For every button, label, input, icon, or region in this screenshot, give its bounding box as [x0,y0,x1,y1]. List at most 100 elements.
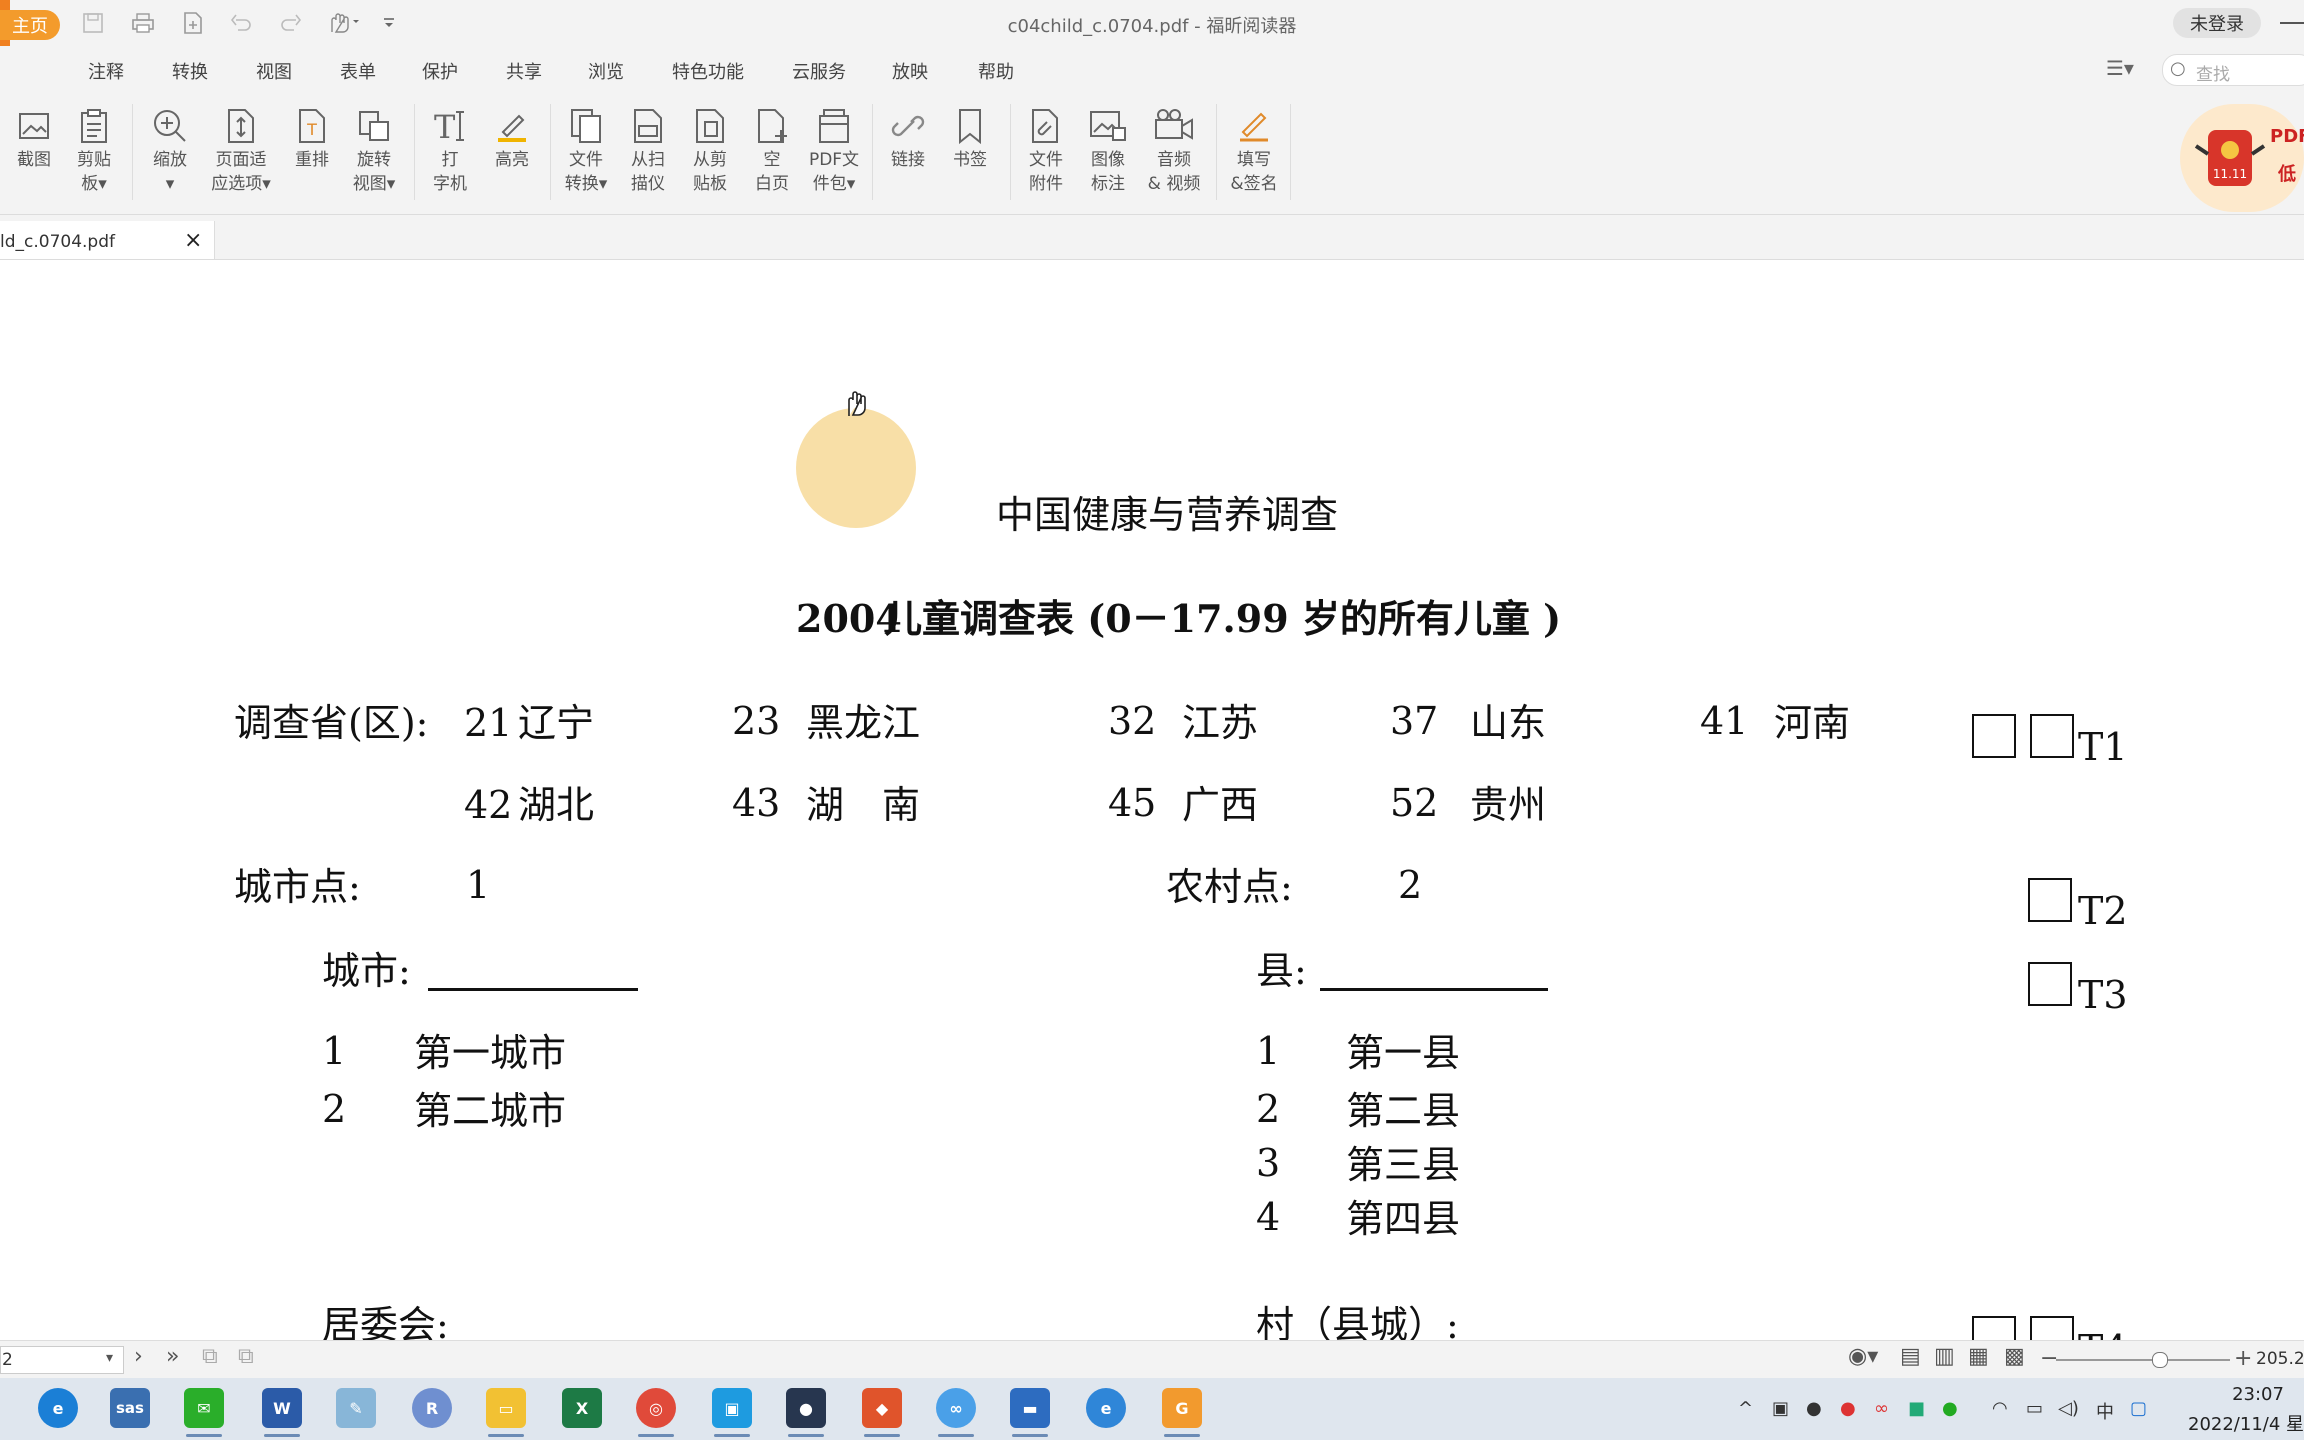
sas-icon[interactable]: sas [110,1388,150,1428]
running-indicator [264,1434,300,1437]
ribbon-divider [1216,104,1217,200]
menu-slideshow[interactable]: 放映 [892,58,928,84]
clipboard-button[interactable]: 剪贴 板▾ [64,104,124,196]
baidu-disk-icon[interactable]: ∞ [936,1388,976,1428]
highlight-button[interactable]: 高亮 [482,104,542,172]
link-button[interactable]: 链接 [878,104,938,172]
clock-date[interactable]: 2022/11/4 星 [2188,1410,2304,1436]
image-annotation-button[interactable]: 图像 标注 [1078,104,1138,196]
page-dropdown-icon[interactable]: ▾ [106,1350,113,1366]
tray-app-icon[interactable]: ● [1806,1398,1822,1419]
from-scanner-button[interactable]: 从扫 描仪 [618,104,678,196]
menu-form[interactable]: 表单 [340,58,376,84]
notification-icon[interactable]: ▢ [2130,1398,2147,1419]
battery-icon[interactable]: ▭ [2026,1398,2043,1419]
tray-app-icon[interactable]: ▣ [1772,1398,1789,1419]
word-icon[interactable]: W [262,1388,302,1428]
menu-view[interactable]: 视图 [256,58,292,84]
single-page-icon[interactable]: ▤ [1900,1344,1921,1369]
file-explorer-icon[interactable]: ▭ [486,1388,526,1428]
remote-desktop-icon[interactable]: ▬ [1010,1388,1050,1428]
login-button[interactable]: 未登录 [2173,8,2261,38]
zoom-label: 缩放 ▾ [153,150,187,194]
running-indicator [1164,1434,1200,1437]
reflow-button[interactable]: T 重排 [282,104,342,172]
app-box-icon[interactable]: ▣ [712,1388,752,1428]
pdf-package-button[interactable]: PDF文 件包▾ [802,104,866,196]
status-bar [0,1340,2304,1379]
menu-convert[interactable]: 转换 [172,58,208,84]
tray-app-icon[interactable]: ■ [1908,1398,1925,1419]
county-option-number: 2 [1256,1087,1281,1131]
zoom-slider[interactable] [2056,1359,2230,1361]
menu-comment[interactable]: 注释 [88,58,124,84]
wechat-icon[interactable]: ✉ [184,1388,224,1428]
close-tab-icon[interactable]: × [184,228,202,253]
continuous-page-icon[interactable]: ▥ [1934,1344,1955,1369]
audio-video-button[interactable]: 音频 & 视频 [1142,104,1206,196]
province-code: 23 [732,699,781,743]
zoom-slider-handle[interactable] [2152,1352,2169,1368]
attachment-button[interactable]: 文件 附件 [1016,104,1076,196]
attachment-label: 文件 附件 [1029,150,1063,194]
from-clipboard-button[interactable]: 从剪 贴板 [680,104,740,196]
menu-share[interactable]: 共享 [506,58,542,84]
menu-browse[interactable]: 浏览 [588,58,624,84]
ribbon-divider [1010,104,1011,200]
fit-page-button[interactable]: 页面适 应选项▾ [206,104,276,196]
menu-cloud[interactable]: 云服务 [792,58,846,84]
next-view-icon[interactable]: ⧉ [238,1344,254,1369]
zoom-button[interactable]: 缩放 ▾ [140,104,200,196]
eye-icon[interactable]: ◉▾ [1848,1344,1878,1369]
foxit-reader-icon[interactable]: G [1162,1388,1202,1428]
facing-page-icon[interactable]: ▦ [1968,1344,1989,1369]
wifi-icon[interactable]: ◠ [1992,1398,2008,1419]
chrome-icon[interactable]: ◎ [636,1388,676,1428]
r-icon[interactable]: R [412,1388,452,1428]
province-code: 42 [464,783,513,827]
notes-icon[interactable]: ✎ [336,1388,376,1428]
screenshot-button[interactable]: 截图 [4,104,64,172]
county-option-number: 4 [1256,1195,1281,1239]
last-page-icon[interactable]: » [166,1344,179,1369]
province-code: 45 [1108,781,1157,825]
input-method-icon[interactable]: 中 [2096,1398,2114,1424]
promo-banner[interactable]: 11.11 PDF 低 [2180,104,2304,214]
file-convert-button[interactable]: 文件 转换▾ [556,104,616,196]
zoom-in-icon[interactable]: + [2234,1346,2252,1371]
tray-app-icon[interactable]: ∞ [1874,1398,1889,1419]
province-name: 河南 [1774,701,1851,745]
rotate-view-icon [344,104,404,148]
rotate-view-button[interactable]: 旋转 视图▾ [344,104,404,196]
edge-icon[interactable]: e [38,1388,78,1428]
menu-help[interactable]: 帮助 [978,58,1014,84]
search-placeholder: 查找 [2196,65,2230,85]
fill-sign-button[interactable]: 填写 &签名 [1222,104,1286,196]
next-page-icon[interactable]: › [134,1344,143,1369]
typewriter-button[interactable]: T 打 字机 [420,104,480,196]
minimize-icon[interactable] [2280,22,2304,24]
clock-time[interactable]: 23:07 [2212,1384,2304,1405]
zoom-icon [140,104,200,148]
volume-icon[interactable]: ◁) [2058,1398,2079,1419]
bookmark-button[interactable]: 书签 [940,104,1000,172]
committee-label: 居委会: [322,1303,449,1347]
reading-mode-icon[interactable]: ☰▾ [2106,56,2134,80]
acrobat-icon[interactable]: ◆ [862,1388,902,1428]
excel-icon[interactable]: X [562,1388,602,1428]
menu-features[interactable]: 特色功能 [672,58,744,84]
tray-app-icon[interactable]: ● [1840,1398,1856,1419]
prev-view-icon[interactable]: ⧉ [202,1344,218,1369]
province-name: 湖 南 [806,783,921,827]
internet-explorer-icon[interactable]: e [1086,1388,1126,1428]
tray-wechat-icon[interactable]: ● [1942,1398,1958,1419]
menu-protect[interactable]: 保护 [422,58,458,84]
image-annotation-icon [1078,104,1138,148]
fit-page-label: 页面适 应选项▾ [211,150,271,194]
continuous-facing-icon[interactable]: ▩ [2004,1344,2025,1369]
document-subtitle: 儿童调查表 (0－17.99 岁的所有儿童 ) [884,596,1562,641]
menu-home[interactable]: 主页 [0,10,60,40]
blank-page-button[interactable]: 空 白页 [742,104,802,196]
cat-app-icon[interactable]: ● [786,1388,826,1428]
tray-overflow-icon[interactable]: ^ [1738,1398,1753,1419]
